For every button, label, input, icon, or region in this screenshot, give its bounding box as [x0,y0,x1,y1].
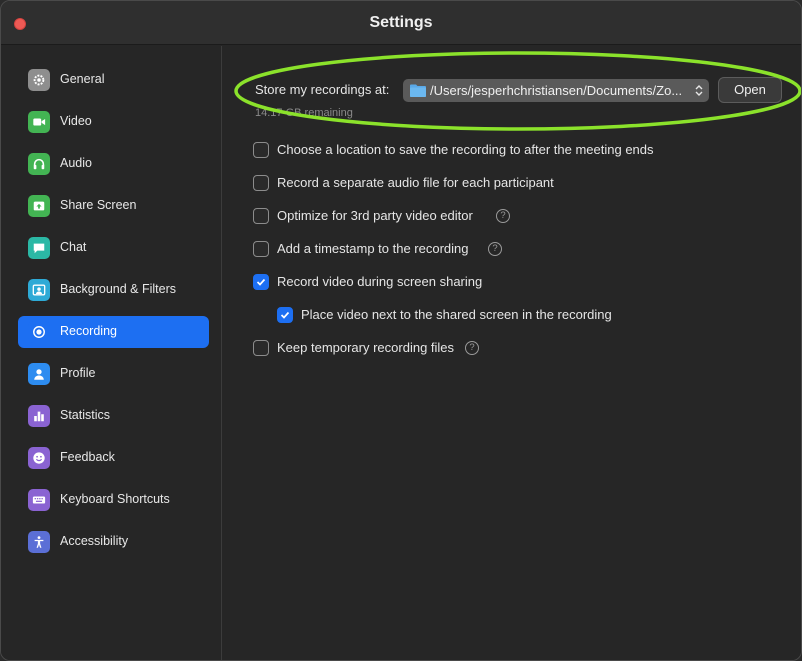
sidebar-item-profile[interactable]: Profile [18,358,209,390]
settings-window: Settings General Video Audio Share Scree… [0,0,802,661]
option-label: Keep temporary recording files [277,340,455,355]
sidebar-item-chat[interactable]: Chat [18,232,209,264]
option-label: Record a separate audio file for each pa… [277,175,554,190]
sidebar-item-label: Profile [60,366,96,380]
record-circle-icon [28,321,50,343]
keep-temp-files-checkbox[interactable] [253,340,269,356]
option-label: Add a timestamp to the recording [277,241,469,256]
settings-sidebar: General Video Audio Share Screen Chat Ba… [1,46,222,660]
sidebar-item-label: Audio [60,156,92,170]
storage-remaining-text: 14.17 GB remaining [255,107,353,119]
separate-audio-checkbox[interactable] [253,175,269,191]
portrait-background-icon [28,279,50,301]
headphones-icon [28,153,50,175]
option-label: Optimize for 3rd party video editor [277,208,473,223]
option-label: Place video next to the shared screen in… [301,307,612,322]
window-title: Settings [369,14,433,31]
sidebar-item-label: Chat [60,240,87,254]
sidebar-item-label: Accessibility [60,534,129,548]
person-icon [28,363,50,385]
gear-icon [28,69,50,91]
chat-bubble-icon [28,237,50,259]
checkmark-icon [280,311,290,319]
sidebar-item-label: Statistics [60,408,111,422]
recording-path-value: /Users/jesperhchristiansen/Documents/Zo.… [430,83,683,98]
share-screen-icon [28,195,50,217]
sidebar-item-label: Keyboard Shortcuts [60,492,170,506]
sidebar-item-label: Recording [60,324,117,338]
sidebar-item-label: Video [60,114,92,128]
option-label: Record video during screen sharing [277,274,483,289]
sidebar-item-label: General [60,72,105,86]
sidebar-item-recording[interactable]: Recording [18,316,209,348]
smiley-icon [28,447,50,469]
record-video-sharing-checkbox[interactable] [253,274,269,290]
add-timestamp-checkbox[interactable] [253,241,269,257]
title-bar: Settings [1,1,801,45]
sidebar-item-statistics[interactable]: Statistics [18,400,209,432]
bar-chart-icon [28,405,50,427]
open-folder-button[interactable]: Open [718,77,782,103]
accessibility-person-icon [28,531,50,553]
sidebar-item-label: Share Screen [60,198,137,212]
recording-location-select[interactable]: /Users/jesperhchristiansen/Documents/Zo.… [403,79,709,102]
choose-location-checkbox[interactable] [253,142,269,158]
folder-icon [410,84,426,97]
recording-settings-panel: Store my recordings at: /Users/jesperhch… [223,46,801,660]
option-label: Choose a location to save the recording … [277,142,654,157]
sidebar-item-general[interactable]: General [18,64,209,96]
sidebar-item-label: Feedback [60,450,115,464]
sidebar-item-label: Background & Filters [60,282,177,296]
help-icon[interactable]: ? [488,242,502,256]
sidebar-item-accessibility[interactable]: Accessibility [18,526,209,558]
help-icon[interactable]: ? [465,341,479,355]
chevron-up-down-icon [695,85,703,96]
sidebar-item-audio[interactable]: Audio [18,148,209,180]
sidebar-item-keyboard-shortcuts[interactable]: Keyboard Shortcuts [18,484,209,516]
store-recordings-label: Store my recordings at: [255,82,390,97]
help-icon[interactable]: ? [496,209,510,223]
keyboard-icon [28,489,50,511]
sidebar-item-background-filters[interactable]: Background & Filters [18,274,209,306]
sidebar-item-feedback[interactable]: Feedback [18,442,209,474]
video-camera-icon [28,111,50,133]
optimize-editor-checkbox[interactable] [253,208,269,224]
sidebar-item-video[interactable]: Video [18,106,209,138]
place-video-next-checkbox[interactable] [277,307,293,323]
checkmark-icon [256,278,266,286]
sidebar-item-share-screen[interactable]: Share Screen [18,190,209,222]
